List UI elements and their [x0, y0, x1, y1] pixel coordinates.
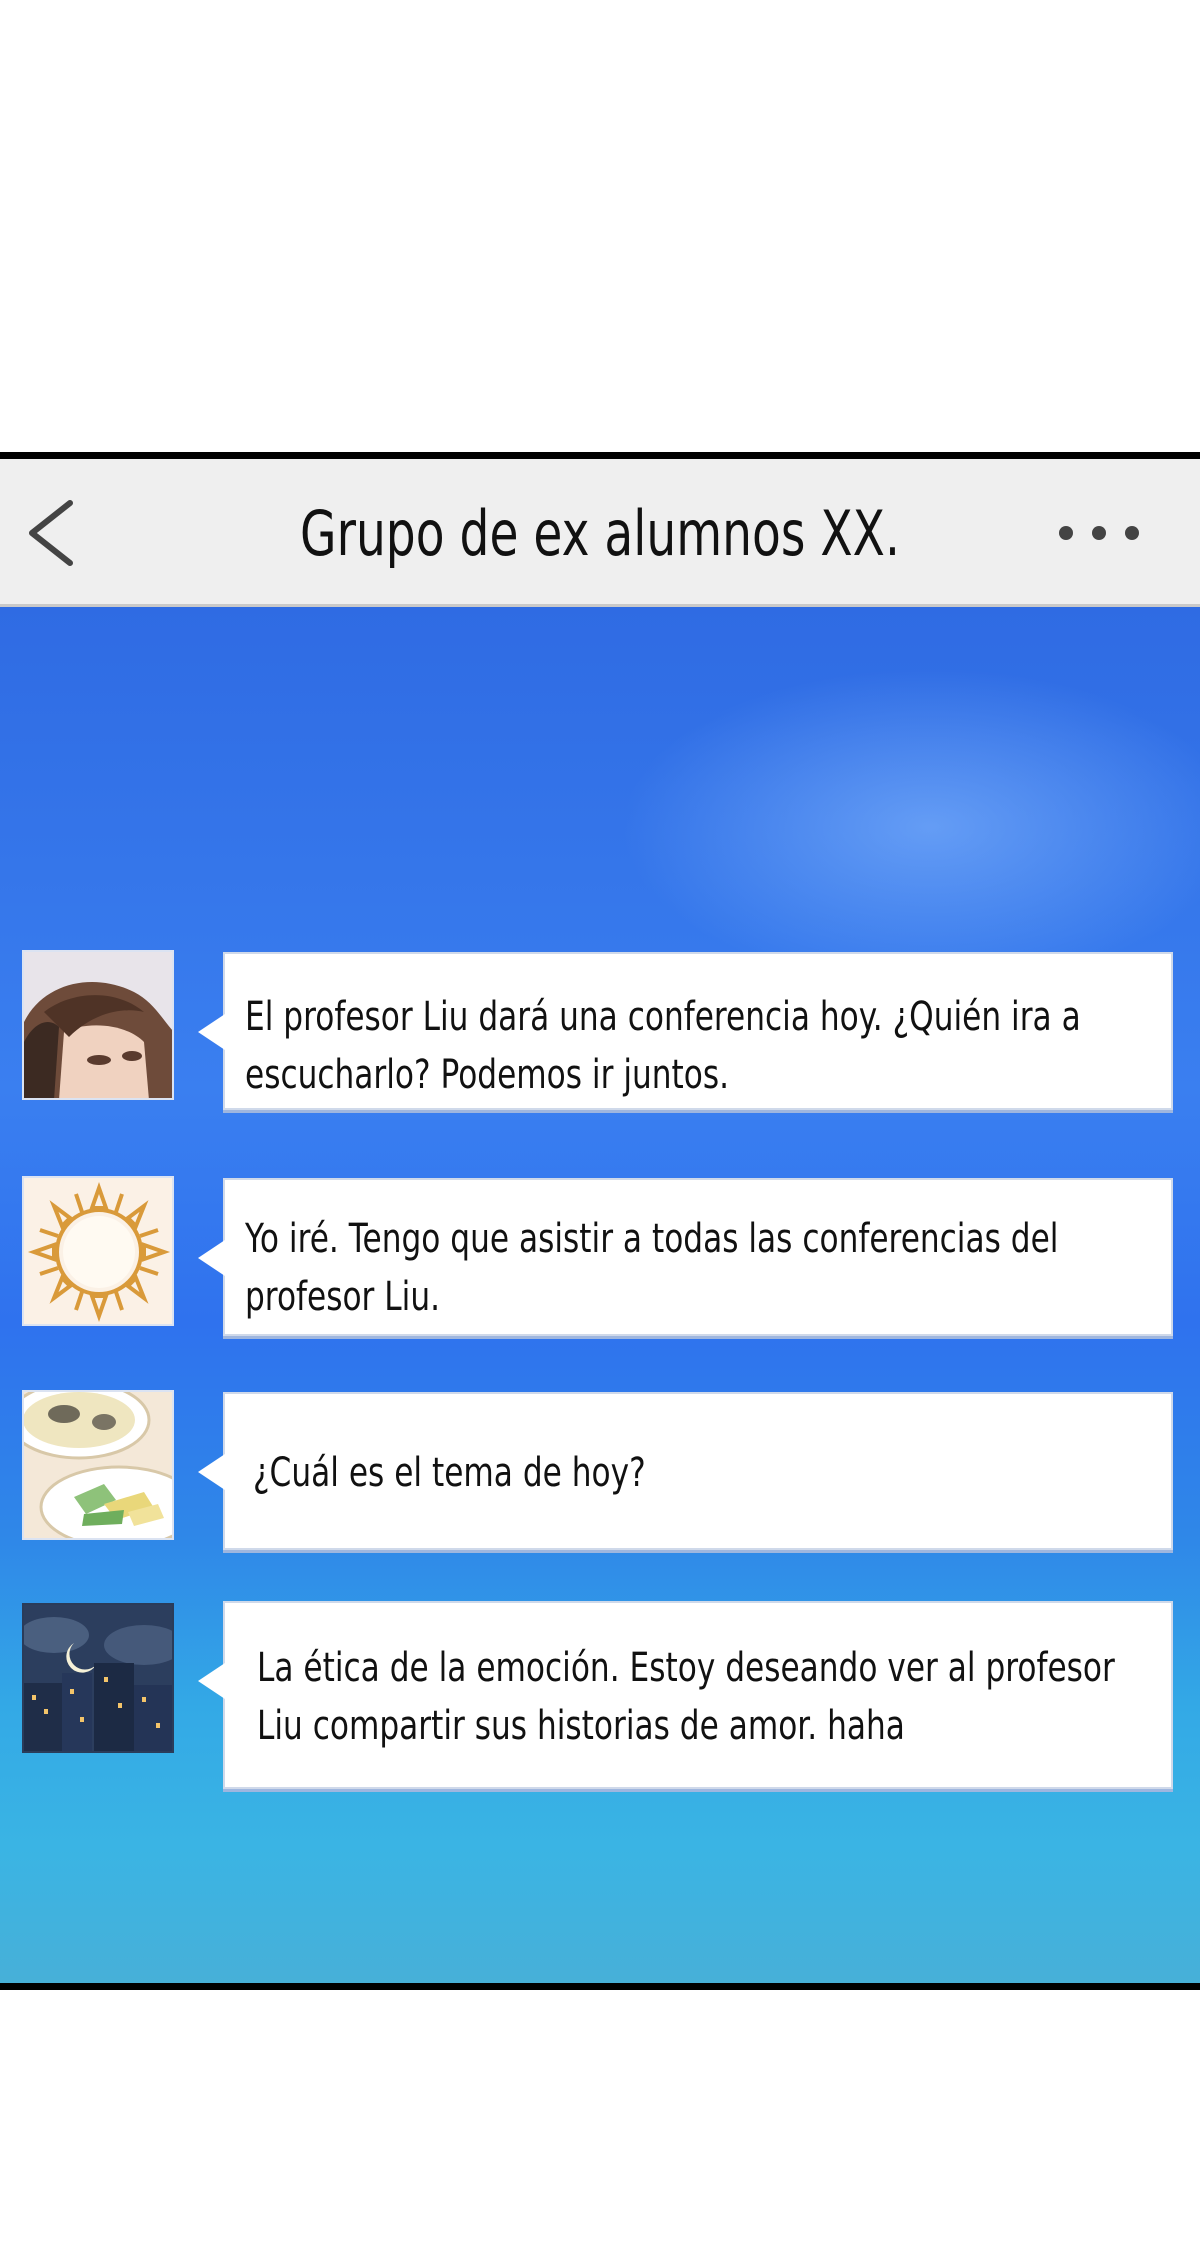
chat-header: Grupo de ex alumnos XX. [0, 459, 1200, 607]
chat-area: .b1::before{top:55px;} El profesor Liu d… [0, 607, 1200, 1983]
message-bubble: .b1::before{top:55px;} El profesor Liu d… [198, 952, 1173, 1110]
boy-avatar[interactable] [22, 950, 174, 1100]
message-bubble: Yo iré. Tengo que asistir a todas las co… [198, 1178, 1173, 1336]
chevron-left-icon[interactable] [22, 497, 82, 567]
background-glow [620, 667, 1200, 987]
night-city-avatar[interactable] [22, 1603, 174, 1753]
message-text: ¿Cuál es el tema de hoy? [253, 1450, 646, 1496]
message-text: Yo iré. Tengo que asistir a todas las co… [245, 1216, 1059, 1320]
message-text: La ética de la emoción. Estoy deseando v… [257, 1645, 1115, 1749]
more-dots-icon[interactable] [1056, 523, 1142, 543]
chat-title: Grupo de ex alumnos XX. [300, 497, 900, 570]
message-text: El profesor Liu dará una conferencia hoy… [245, 994, 1081, 1098]
phone-screen-panel: Grupo de ex alumnos XX. El profesor Liu … [0, 452, 1200, 1990]
sun-avatar[interactable] [22, 1176, 174, 1326]
food-avatar[interactable] [22, 1390, 174, 1540]
message-bubble: ¿Cuál es el tema de hoy? [198, 1392, 1173, 1550]
message-bubble: La ética de la emoción. Estoy deseando v… [198, 1601, 1173, 1789]
